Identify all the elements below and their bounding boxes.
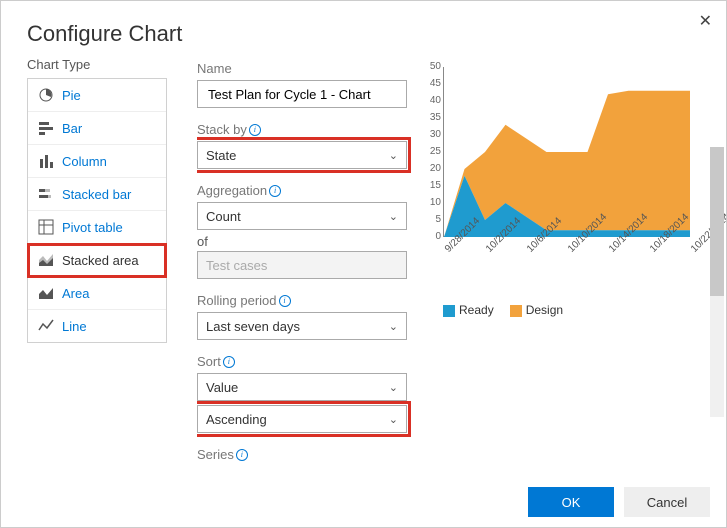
chevron-down-icon: ⌄ <box>389 210 398 223</box>
sort-direction-value: Ascending <box>206 412 267 427</box>
chart-type-bar[interactable]: Bar <box>28 112 166 145</box>
info-icon[interactable]: i <box>223 356 235 368</box>
rolling-period-select[interactable]: Last seven days ⌄ <box>197 312 407 340</box>
chart-type-panel: Chart Type Pie Bar Column Stacked bar <box>27 57 167 477</box>
chevron-down-icon: ⌄ <box>389 413 398 426</box>
x-axis: 9/28/201410/2/201410/6/201410/10/201410/… <box>443 239 689 289</box>
info-icon[interactable]: i <box>249 124 261 136</box>
chart-type-pie[interactable]: Pie <box>28 79 166 112</box>
of-select: Test cases <box>197 251 407 279</box>
stacked-area-icon <box>38 252 54 268</box>
scrollbar-thumb[interactable] <box>710 147 724 296</box>
pivot-table-icon <box>38 219 54 235</box>
info-icon[interactable]: i <box>279 295 291 307</box>
aggregation-value: Count <box>206 209 241 224</box>
cancel-button[interactable]: Cancel <box>624 487 710 517</box>
chart-type-label: Chart Type <box>27 57 167 72</box>
stack-by-select[interactable]: State ⌄ <box>197 141 407 169</box>
chevron-down-icon: ⌄ <box>389 320 398 333</box>
dialog-footer: OK Cancel <box>1 477 726 527</box>
bar-icon <box>38 120 54 136</box>
plot-area <box>443 67 689 237</box>
chevron-down-icon: ⌄ <box>389 381 398 394</box>
chart-type-label-text: Stacked bar <box>62 187 131 202</box>
chart-type-label-text: Line <box>62 319 87 334</box>
sort-direction-select[interactable]: Ascending ⌄ <box>197 405 407 433</box>
chart-type-line[interactable]: Line <box>28 310 166 342</box>
chart-type-stacked-bar[interactable]: Stacked bar <box>28 178 166 211</box>
name-input[interactable] <box>197 80 407 108</box>
column-icon <box>38 153 54 169</box>
pie-icon <box>38 87 54 103</box>
dialog-body: Chart Type Pie Bar Column Stacked bar <box>1 57 726 477</box>
sort-field-select[interactable]: Value ⌄ <box>197 373 407 401</box>
stack-by-value: State <box>206 148 236 163</box>
of-value: Test cases <box>206 258 267 273</box>
chart-type-list: Pie Bar Column Stacked bar Pivot table <box>27 78 167 343</box>
stacked-bar-icon <box>38 186 54 202</box>
close-icon[interactable]: ✕ <box>699 11 712 31</box>
rolling-period-label: Rolling periodi <box>197 293 407 308</box>
rolling-period-value: Last seven days <box>206 319 300 334</box>
chart-type-stacked-area[interactable]: Stacked area <box>28 244 166 277</box>
aggregation-select[interactable]: Count ⌄ <box>197 202 407 230</box>
chart-type-column[interactable]: Column <box>28 145 166 178</box>
area-icon <box>38 285 54 301</box>
name-input-field[interactable] <box>206 86 398 103</box>
ok-button[interactable]: OK <box>528 487 614 517</box>
info-icon[interactable]: i <box>269 185 281 197</box>
config-form: Name Stack byi State ⌄ Aggregationi Coun… <box>197 57 417 477</box>
scrollbar[interactable] <box>710 147 724 417</box>
chart-type-label-text: Pie <box>62 88 81 103</box>
chart-type-area[interactable]: Area <box>28 277 166 310</box>
chevron-down-icon: ⌄ <box>389 149 398 162</box>
series-label: Seriesi <box>197 447 407 462</box>
configure-chart-dialog: ✕ Configure Chart Chart Type Pie Bar Col… <box>0 0 727 528</box>
aggregation-label: Aggregationi <box>197 183 407 198</box>
info-icon[interactable]: i <box>236 449 248 461</box>
sort-label: Sorti <box>197 354 407 369</box>
legend: ReadyDesign <box>443 303 563 317</box>
chart-type-label-text: Column <box>62 154 107 169</box>
stack-by-label: Stack byi <box>197 122 407 137</box>
stacked-area-svg <box>444 67 690 237</box>
y-axis: 50454035302520151050 <box>421 67 441 237</box>
dialog-title: Configure Chart <box>1 1 726 57</box>
chart-type-label-text: Area <box>62 286 89 301</box>
chart-type-label-text: Stacked area <box>62 253 139 268</box>
chart-preview-panel: 50454035302520151050 9/28/201410/2/20141… <box>417 57 726 477</box>
chart-type-pivot-table[interactable]: Pivot table <box>28 211 166 244</box>
chart-type-label-text: Pivot table <box>62 220 123 235</box>
chart-preview: 50454035302520151050 9/28/201410/2/20141… <box>421 67 691 277</box>
line-icon <box>38 318 54 334</box>
name-label: Name <box>197 61 407 76</box>
chart-type-label-text: Bar <box>62 121 82 136</box>
sort-field-value: Value <box>206 380 238 395</box>
of-label: of <box>197 234 407 249</box>
